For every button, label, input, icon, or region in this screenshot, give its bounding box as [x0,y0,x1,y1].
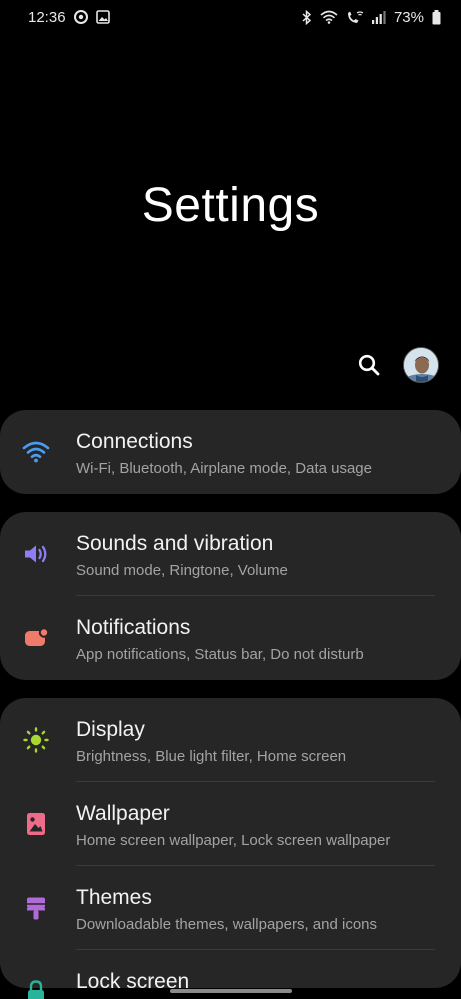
settings-item-wallpaper[interactable]: Wallpaper Home screen wallpaper, Lock sc… [0,782,461,866]
item-title: Sounds and vibration [76,532,274,555]
item-subtitle: Downloadable themes, wallpapers, and ico… [76,916,378,933]
display-card: Display Brightness, Blue light filter, H… [0,698,461,999]
header-actions [353,347,439,383]
bluetooth-icon [302,9,312,25]
wallpaper-icon [20,808,52,840]
themes-icon [20,892,52,924]
item-subtitle: Home screen wallpaper, Lock screen wallp… [76,832,391,849]
settings-item-display[interactable]: Display Brightness, Blue light filter, H… [0,698,461,782]
sounds-notifications-card: Sounds and vibration Sound mode, Rington… [0,512,461,680]
item-title: Notifications [76,616,191,639]
page-title: Settings [141,179,320,232]
avatar[interactable] [403,347,439,383]
settings-item-connections[interactable]: Connections Wi-Fi, Bluetooth, Airplane m… [0,410,461,494]
wifi-call-icon [346,10,364,25]
connections-card: Connections Wi-Fi, Bluetooth, Airplane m… [0,410,461,494]
item-title: Themes [76,886,152,909]
item-subtitle: Sound mode, Ringtone, Volume [76,562,288,579]
volume-icon [20,538,52,570]
settings-item-themes[interactable]: Themes Downloadable themes, wallpapers, … [0,866,461,950]
signal-icon [371,10,386,24]
notification-icon [20,622,52,654]
search-icon [358,354,380,376]
battery-icon [432,9,441,25]
item-title: Connections [76,430,193,453]
wifi-icon [20,436,52,468]
settings-screen: 12:36 73% Settings Connections Wi-Fi, Bl… [0,0,461,999]
item-title: Display [76,718,145,741]
gallery-icon [95,10,110,24]
lock-icon [20,976,52,999]
media-icon [73,10,88,24]
settings-item-sounds[interactable]: Sounds and vibration Sound mode, Rington… [0,512,461,596]
wifi-icon [320,10,338,24]
item-subtitle: App notifications, Status bar, Do not di… [76,646,364,663]
search-button[interactable] [353,347,385,383]
battery-percent: 73% [393,8,424,26]
item-subtitle: Wi-Fi, Bluetooth, Airplane mode, Data us… [76,460,372,477]
brightness-icon [20,724,52,756]
item-subtitle: Brightness, Blue light filter, Home scre… [76,748,347,765]
status-bar: 12:36 73% [0,0,461,34]
gesture-handle[interactable] [169,989,292,993]
settings-item-notifications[interactable]: Notifications App notifications, Status … [0,596,461,680]
clock: 12:36 [28,8,66,26]
item-title: Wallpaper [76,802,170,825]
